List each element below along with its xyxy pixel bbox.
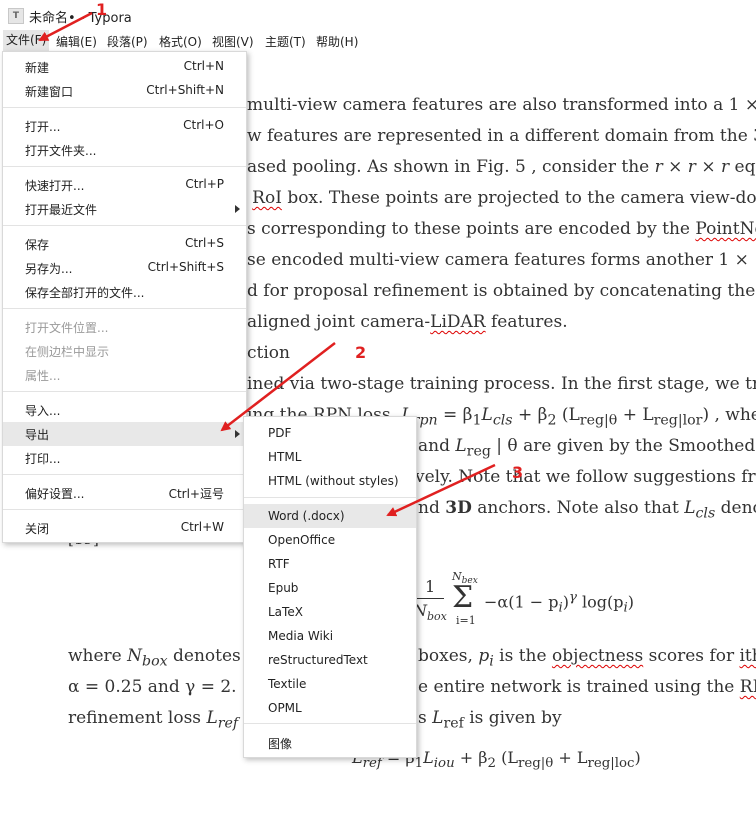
annotation-arrow-3 <box>386 463 496 517</box>
annotation-arrow-2 <box>220 342 336 432</box>
annotation-step-1: 1 <box>96 0 108 19</box>
annotation-arrows <box>38 11 496 517</box>
annotation-arrow-1 <box>38 11 93 42</box>
annotation-step-2: 2 <box>355 343 367 362</box>
annotation-step-3: 3 <box>512 463 524 482</box>
